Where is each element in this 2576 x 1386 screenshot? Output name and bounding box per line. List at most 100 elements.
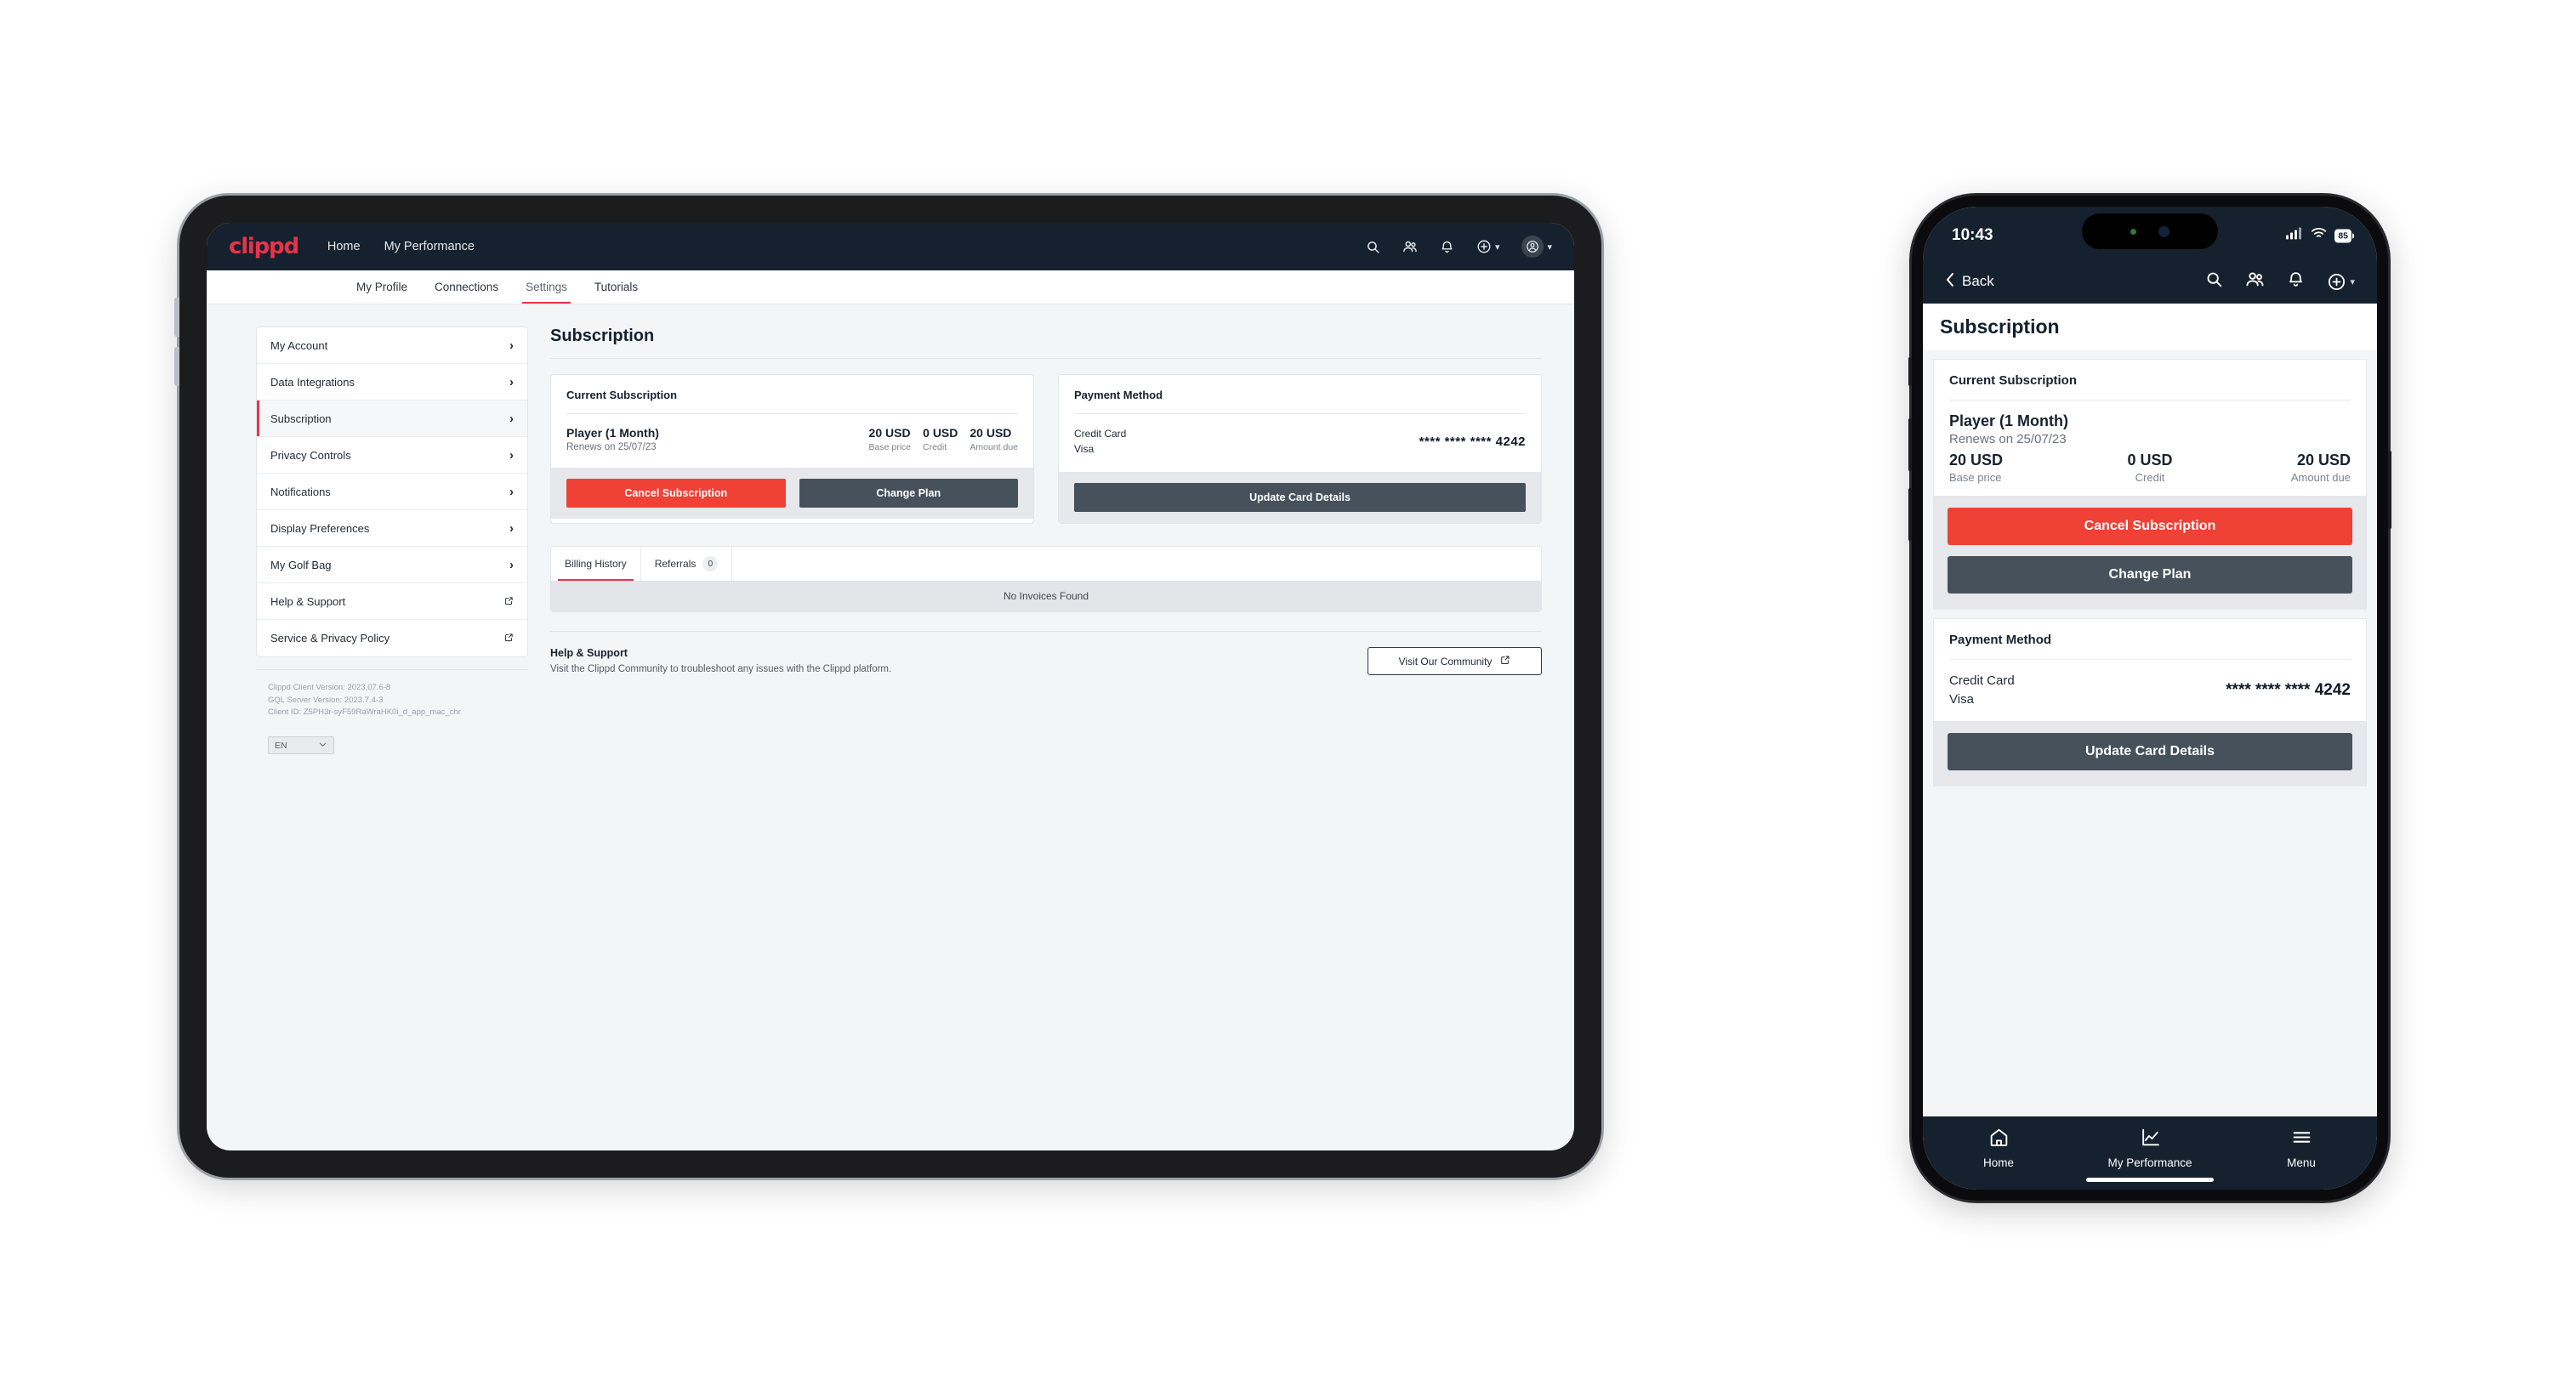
sidebar-item-notifications[interactable]: Notifications ›: [257, 474, 527, 510]
cancel-subscription-button[interactable]: Cancel Subscription: [566, 479, 786, 508]
tablet-volume-up-button[interactable]: [174, 298, 179, 337]
sidebar-item-privacy-controls[interactable]: Privacy Controls ›: [257, 437, 527, 474]
help-heading: Help & Support: [550, 647, 628, 659]
settings-menu-card: My Account › Data Integrations › Subscri…: [256, 327, 528, 657]
home-indicator[interactable]: [2086, 1178, 2214, 1182]
hamburger-icon: [2291, 1127, 2312, 1152]
metric-credit: 0 USD Credit: [911, 426, 958, 452]
sidebar-item-help-support[interactable]: Help & Support: [257, 583, 527, 620]
tabbar-item-my-performance[interactable]: My Performance: [2074, 1127, 2226, 1169]
tablet-screen: clippd Home My Performance ▾ ▾ My Profil…: [207, 223, 1574, 1150]
visit-community-button[interactable]: Visit Our Community: [1368, 647, 1542, 675]
status-indicators: 85: [2286, 227, 2354, 244]
metric-amount-due: 20 USD Amount due: [2217, 452, 2351, 484]
sidebar-item-label: Privacy Controls: [270, 448, 351, 462]
wifi-icon: [2311, 228, 2327, 244]
status-time: 10:43: [1952, 226, 1993, 244]
chart-icon: [2140, 1127, 2161, 1152]
server-version: GQL Server Version: 2023.7.4-3: [268, 695, 384, 705]
bell-icon[interactable]: [2287, 270, 2305, 293]
sidebar-item-label: My Golf Bag: [270, 558, 332, 571]
bell-icon[interactable]: [1440, 240, 1454, 254]
tablet-device: clippd Home My Performance ▾ ▾ My Profil…: [174, 196, 1601, 1178]
tab-settings[interactable]: Settings: [512, 270, 581, 304]
payment-brand: Visa: [1949, 691, 1974, 707]
sidebar-item-display-preferences[interactable]: Display Preferences ›: [257, 510, 527, 547]
referrals-count-badge: 0: [702, 556, 719, 571]
sidebar-item-label: Display Preferences: [270, 521, 370, 535]
tabbar-label: Menu: [2287, 1156, 2316, 1169]
chevron-right-icon: ›: [509, 374, 514, 389]
client-id: Client ID: Z5PH3r-syF59RaWraHK0i_d_app_m…: [268, 707, 461, 718]
divider: [550, 358, 1542, 359]
chevron-down-icon: ▾: [1494, 241, 1500, 253]
help-description: Visit the Clippd Community to troublesho…: [550, 664, 892, 674]
payment-method-title: Payment Method: [1074, 389, 1163, 401]
phone-volume-up-button[interactable]: [1908, 418, 1912, 471]
nav-link-my-performance[interactable]: My Performance: [384, 240, 475, 253]
payment-brand: Visa: [1074, 443, 1095, 455]
avatar-icon: [1521, 236, 1544, 258]
metric-label: Credit: [923, 442, 947, 452]
tablet-body: My Account › Data Integrations › Subscri…: [207, 304, 1574, 755]
card-number-masked: **** **** **** 4242: [1419, 434, 1526, 449]
phone-volume-down-button[interactable]: [1908, 488, 1912, 541]
change-plan-button[interactable]: Change Plan: [799, 479, 1018, 508]
update-card-details-button[interactable]: Update Card Details: [1948, 732, 2352, 770]
add-menu-button[interactable]: ▾: [1476, 239, 1500, 254]
phone-content: Subscription Current Subscription Player…: [1923, 304, 2377, 1116]
subscription-cards-row: Current Subscription Player (1 Month) Re…: [550, 374, 1542, 524]
tab-tutorials[interactable]: Tutorials: [581, 270, 651, 304]
back-button[interactable]: Back: [1945, 272, 1994, 292]
profile-menu-button[interactable]: ▾: [1521, 236, 1552, 258]
tab-my-profile[interactable]: My Profile: [343, 270, 421, 304]
metric-value: 20 USD: [868, 426, 911, 440]
sidebar-item-label: Service & Privacy Policy: [270, 632, 390, 645]
metric-base-price: 20 USD Base price: [857, 426, 912, 452]
tab-billing-history[interactable]: Billing History: [551, 547, 641, 581]
update-card-details-button[interactable]: Update Card Details: [1074, 483, 1526, 512]
divider: [566, 413, 1018, 414]
sidebar-item-subscription[interactable]: Subscription ›: [257, 400, 527, 437]
tab-label: Referrals: [654, 558, 697, 570]
chevron-right-icon: ›: [509, 411, 514, 426]
tab-connections[interactable]: Connections: [421, 270, 512, 304]
sidebar-item-service-privacy-policy[interactable]: Service & Privacy Policy: [257, 620, 527, 656]
cancel-subscription-button[interactable]: Cancel Subscription: [1948, 508, 2352, 545]
divider: [1949, 659, 2351, 660]
current-subscription-card: Current Subscription Player (1 Month) Re…: [550, 374, 1034, 524]
external-link-icon: [504, 632, 514, 645]
search-icon[interactable]: [1366, 240, 1380, 254]
tab-referrals[interactable]: Referrals 0: [641, 547, 733, 581]
search-icon[interactable]: [2205, 270, 2223, 293]
change-plan-button[interactable]: Change Plan: [1948, 556, 2352, 594]
language-select[interactable]: EN: [268, 736, 334, 755]
payment-method-card: Payment Method Credit Card Visa **** ***…: [1058, 374, 1542, 524]
sidebar-item-label: Notifications: [270, 485, 331, 498]
phone-power-button[interactable]: [2388, 451, 2391, 529]
help-support-section: Help & Support Visit the Clippd Communit…: [550, 631, 1542, 675]
sidebar-item-data-integrations[interactable]: Data Integrations ›: [257, 364, 527, 400]
tabbar-item-home[interactable]: Home: [1923, 1127, 2074, 1169]
clippd-logo[interactable]: clippd: [229, 234, 299, 259]
people-icon[interactable]: [1402, 239, 1418, 254]
tabbar-item-menu[interactable]: Menu: [2226, 1127, 2377, 1169]
phone-device: 10:43 85 Back ▾ Subscription Current Sub…: [1908, 196, 2391, 1201]
add-menu-button[interactable]: ▾: [2327, 272, 2355, 292]
sidebar-item-my-golf-bag[interactable]: My Golf Bag ›: [257, 547, 527, 583]
metric-label: Base price: [1949, 471, 2002, 484]
nav-link-home[interactable]: Home: [327, 240, 361, 253]
plan-name: Player (1 Month): [566, 426, 659, 440]
current-subscription-actions: Cancel Subscription Change Plan: [551, 468, 1033, 519]
people-icon[interactable]: [2245, 270, 2265, 293]
payment-method-title: Payment Method: [1949, 633, 2052, 647]
billing-history-card: Billing History Referrals 0 No Invoices …: [550, 546, 1542, 612]
tabbar-label: Home: [1982, 1156, 2014, 1169]
metric-value: 20 USD: [2296, 452, 2351, 469]
metric-base-price: 20 USD Base price: [1949, 452, 2083, 484]
phone-mute-switch[interactable]: [1908, 357, 1912, 386]
tablet-volume-down-button[interactable]: [174, 347, 179, 386]
cellular-signal-icon: [2286, 227, 2303, 244]
sidebar-item-my-account[interactable]: My Account ›: [257, 327, 527, 364]
payment-type: Credit Card: [1949, 673, 2015, 688]
